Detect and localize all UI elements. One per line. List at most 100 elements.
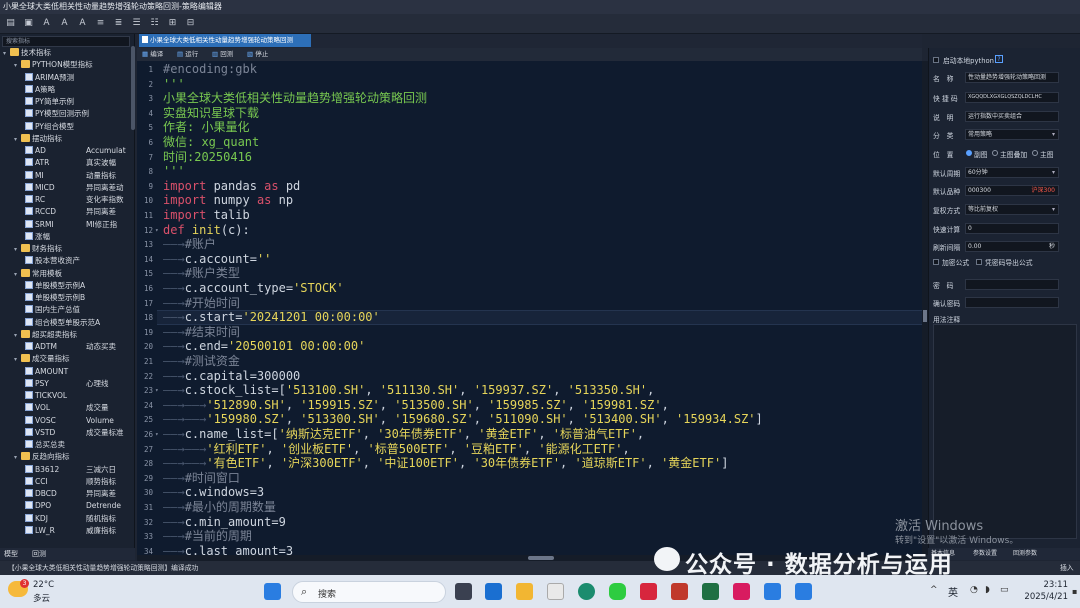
code-line[interactable]: import talib bbox=[163, 208, 250, 223]
tree-folder[interactable]: ▾ 技术指标 bbox=[0, 47, 132, 59]
code-line[interactable]: ——→c.capital=300000 bbox=[163, 369, 300, 384]
tree-item[interactable]: AMOUNT bbox=[0, 366, 132, 378]
save-as-icon[interactable]: ▣ bbox=[23, 18, 34, 29]
quant-terminal-icon[interactable] bbox=[764, 583, 781, 600]
tree-item[interactable]: VSTD 成交量标准 bbox=[0, 427, 132, 439]
position-main-radio[interactable] bbox=[1032, 150, 1038, 156]
tree-item[interactable]: 组合模型单股示范A bbox=[0, 317, 132, 329]
code-line[interactable]: 小果全球大类低相关性动量趋势增强轮动策略回测 bbox=[163, 91, 427, 106]
code-line[interactable]: ——→c.start='20241201 00:00:00' bbox=[163, 310, 380, 325]
shortcut-field[interactable]: XGQQDLXGXGLQSZQLDCLHC bbox=[965, 92, 1059, 103]
expand-icon[interactable]: ▾ bbox=[14, 244, 21, 255]
default-period-select[interactable]: 60分钟 bbox=[965, 167, 1059, 178]
tab-backtest[interactable]: 回测 bbox=[32, 548, 46, 560]
code-line[interactable]: ——→c.account='' bbox=[163, 252, 271, 267]
fold-icon[interactable]: ▾ bbox=[155, 227, 159, 234]
code-line[interactable]: ——→c.last_amount=3 bbox=[163, 544, 293, 555]
tree-item[interactable]: VOSC Volume bbox=[0, 415, 132, 427]
enable-python-checkbox[interactable] bbox=[933, 57, 939, 63]
font-bold-icon[interactable]: A bbox=[77, 18, 88, 29]
indicator-search-input[interactable]: 搜索指标 bbox=[2, 36, 130, 47]
list-icon[interactable]: ☷ bbox=[149, 18, 160, 29]
tree-folder[interactable]: ▾ 超买超卖指标 bbox=[0, 329, 132, 341]
tree-item[interactable]: TICKVOL bbox=[0, 390, 132, 402]
code-line[interactable]: 作者: 小果量化 bbox=[163, 120, 249, 135]
tree-folder[interactable]: ▾ 常用模板 bbox=[0, 268, 132, 280]
code-line[interactable]: ——→c.name_list=['纳斯达克ETF', '30年债券ETF', '… bbox=[163, 427, 644, 442]
tree-item[interactable]: ARIMA预测 bbox=[0, 72, 132, 84]
taskbar-search-box[interactable]: ⌕ 搜索 bbox=[292, 581, 446, 603]
tree-item[interactable]: 单股模型示例A bbox=[0, 280, 132, 292]
font-decrease-icon[interactable]: A bbox=[59, 18, 70, 29]
adjust-select[interactable]: 等比前复权 bbox=[965, 204, 1059, 215]
tree-item[interactable]: KDJ 随机指标 bbox=[0, 513, 132, 525]
tree-folder[interactable]: ▾ 财务指标 bbox=[0, 243, 132, 255]
app-pink-icon[interactable] bbox=[733, 583, 750, 600]
font-increase-icon[interactable]: A bbox=[41, 18, 52, 29]
battery-icon[interactable]: ▭ bbox=[1000, 585, 1009, 595]
tree-item[interactable]: LW_R 威廉指标 bbox=[0, 525, 132, 537]
code-line[interactable]: def init(c): bbox=[163, 223, 250, 238]
format-icon[interactable]: ⊞ bbox=[167, 18, 178, 29]
save-icon[interactable]: ▤ bbox=[5, 18, 16, 29]
code-line[interactable]: ——→#最小的周期数量 bbox=[163, 500, 276, 515]
tree-item[interactable]: B3612 三减六日 bbox=[0, 464, 132, 476]
code-line[interactable]: ——→——→'红利ETF', '创业板ETF', '标普500ETF', '豆粕… bbox=[163, 442, 630, 457]
tree-item[interactable]: A策略 bbox=[0, 84, 132, 96]
ime-indicator[interactable]: 英 bbox=[948, 584, 958, 599]
expand-icon[interactable]: ▾ bbox=[14, 354, 21, 365]
tree-item[interactable]: PY组合模型 bbox=[0, 121, 132, 133]
code-line[interactable]: ——→#当前的周期 bbox=[163, 529, 252, 544]
tree-item[interactable]: AD Accumulat bbox=[0, 145, 132, 157]
tree-folder[interactable]: ▾ 反趋向指标 bbox=[0, 451, 132, 463]
outdent-icon[interactable]: ≣ bbox=[113, 18, 124, 29]
tree-folder[interactable]: ▾ 成交量指标 bbox=[0, 353, 132, 365]
tree-item[interactable]: VOL 成交量 bbox=[0, 402, 132, 414]
clock-time[interactable]: 23:11 bbox=[1030, 580, 1069, 590]
run-button[interactable]: ▤ 运行 bbox=[177, 48, 198, 61]
code-line[interactable]: ——→#测试资金 bbox=[163, 354, 240, 369]
clock-date[interactable]: 2025/4/21 bbox=[1020, 592, 1068, 602]
code-line[interactable]: ''' bbox=[163, 77, 185, 92]
volume-icon[interactable]: ◗ bbox=[985, 585, 990, 595]
code-line[interactable]: import pandas as pd bbox=[163, 179, 300, 194]
category-select[interactable]: 常用策略 bbox=[965, 129, 1059, 140]
tree-item[interactable]: SRMI MI修正指 bbox=[0, 219, 132, 231]
vscode-icon[interactable] bbox=[795, 583, 812, 600]
tree-item[interactable]: RC 变化率指数 bbox=[0, 194, 132, 206]
position-overlay-radio[interactable] bbox=[992, 150, 998, 156]
code-line[interactable]: ——→——→'有色ETF', '沪深300ETF', '中证100ETF', '… bbox=[163, 456, 728, 471]
code-editor[interactable]: 1 2 3 4 5 6 7 8 9 10 11 12 ▾ 13 14 15 16 17 18 19 20 21 22 23 ▾ 2… bbox=[137, 61, 922, 555]
usage-textarea[interactable] bbox=[933, 324, 1077, 539]
fold-icon[interactable]: ▾ bbox=[155, 387, 159, 394]
code-line[interactable]: ——→#时间窗口 bbox=[163, 471, 240, 486]
editor-scroll-thumb[interactable] bbox=[923, 310, 927, 322]
tree-item[interactable]: CCI 顺势指标 bbox=[0, 476, 132, 488]
refresh-field[interactable]: 0.00 秒 bbox=[965, 241, 1059, 252]
tab-model[interactable]: 模型 bbox=[4, 548, 18, 560]
code-line[interactable]: 实盘知识星球下载 bbox=[163, 106, 259, 121]
tab-params[interactable]: 参数设置 bbox=[973, 548, 997, 560]
help-icon[interactable]: ? bbox=[995, 55, 1003, 63]
app-red-icon[interactable] bbox=[671, 583, 688, 600]
wechat-icon[interactable] bbox=[609, 583, 626, 600]
code-line[interactable]: ——→——→'159980.SZ', '513300.SH', '159680.… bbox=[163, 412, 763, 427]
store-icon[interactable] bbox=[547, 583, 564, 600]
code-line[interactable]: #encoding:gbk bbox=[163, 62, 257, 77]
editor-hscroll-thumb[interactable] bbox=[528, 556, 554, 560]
tree-item[interactable]: DPO Detrende bbox=[0, 500, 132, 512]
tree-item[interactable]: MICD 异同离差动 bbox=[0, 182, 132, 194]
compile-button[interactable]: ▦ 编译 bbox=[142, 48, 163, 61]
confirm-pwd-field[interactable] bbox=[965, 297, 1059, 308]
expand-icon[interactable]: ▾ bbox=[14, 452, 21, 463]
stop-button[interactable]: ▧ 停止 bbox=[247, 48, 268, 61]
quick-calc-field[interactable]: 0 bbox=[965, 223, 1059, 234]
mail-icon[interactable] bbox=[485, 583, 502, 600]
code-line[interactable]: ——→#结束时间 bbox=[163, 325, 240, 340]
default-product-field[interactable]: 000300 沪深300 bbox=[965, 185, 1059, 196]
export-icon[interactable]: ⊟ bbox=[185, 18, 196, 29]
tree-item[interactable]: 国内生产总值 bbox=[0, 304, 132, 316]
code-line[interactable]: ——→c.windows=3 bbox=[163, 485, 264, 500]
tree-folder[interactable]: ▾ 摆动指标 bbox=[0, 133, 132, 145]
tree-item[interactable]: PSY 心理线 bbox=[0, 378, 132, 390]
